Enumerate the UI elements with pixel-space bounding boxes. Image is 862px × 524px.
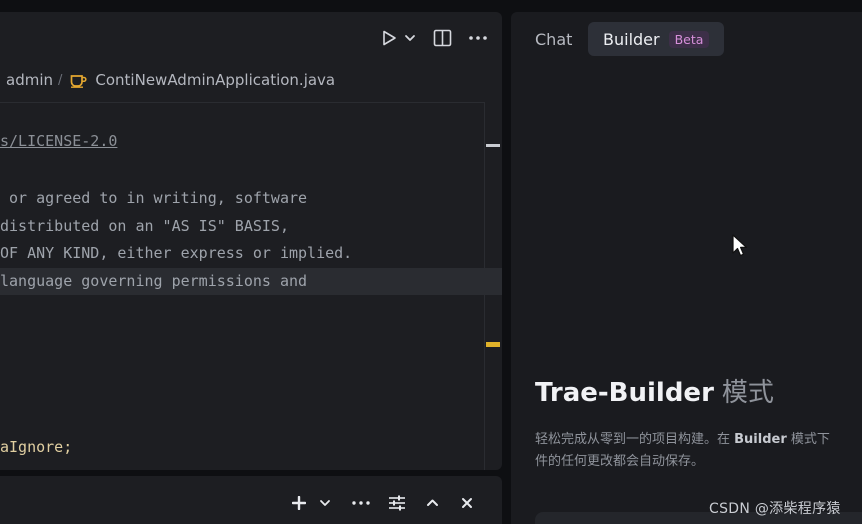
chevron-down-icon bbox=[320, 500, 330, 506]
more-horizontal-icon bbox=[469, 36, 487, 40]
tab-builder-label: Builder bbox=[603, 29, 660, 49]
breadcrumb: admin / ContiNewAdminApplication.java bbox=[0, 68, 335, 92]
breadcrumb-separator: / bbox=[58, 72, 63, 88]
maximize-panel-button[interactable] bbox=[422, 492, 442, 514]
builder-headline: Trae-Builder 模式 bbox=[535, 372, 774, 409]
java-coffee-icon bbox=[70, 73, 87, 88]
code-line-current: language governing permissions and bbox=[0, 268, 502, 295]
breadcrumb-file[interactable]: ContiNewAdminApplication.java bbox=[95, 71, 335, 89]
more-horizontal-icon bbox=[352, 501, 370, 505]
run-button[interactable] bbox=[378, 26, 400, 50]
description-text: 模式下 bbox=[786, 432, 830, 447]
beta-badge: Beta bbox=[668, 30, 710, 48]
terminal-options-button[interactable] bbox=[317, 492, 333, 514]
code-text: s/LICENSE-2.0 bbox=[0, 132, 118, 150]
terminal-toolbar bbox=[0, 476, 502, 524]
description-text: 轻松完成从零到一的项目构建。在 bbox=[535, 432, 735, 447]
code-line: aIgnore; bbox=[0, 438, 73, 456]
terminal-settings-button[interactable] bbox=[386, 492, 408, 514]
watermark: CSDN @添柴程序猿 bbox=[709, 501, 841, 517]
headline-name: Trae-Builder bbox=[535, 378, 714, 408]
terminal-more-button[interactable] bbox=[350, 492, 372, 514]
sliders-icon bbox=[389, 495, 405, 511]
chevron-down-icon bbox=[405, 35, 415, 41]
play-icon bbox=[383, 30, 396, 46]
code-line: or agreed to in writing, software bbox=[0, 189, 308, 207]
scroll-marker-current bbox=[486, 144, 500, 147]
code-line: distributed on an "AS IS" BASIS, bbox=[0, 217, 289, 235]
split-editor-button[interactable] bbox=[431, 26, 453, 50]
description-line-2: 件的任何更改都会自动保存。 bbox=[535, 454, 705, 469]
breadcrumb-item-admin[interactable]: admin bbox=[6, 71, 53, 89]
chevron-up-icon bbox=[426, 499, 438, 506]
close-panel-button[interactable] bbox=[457, 492, 477, 514]
tab-chat-label: Chat bbox=[535, 29, 573, 49]
assistant-panel: Chat Builder Beta Trae-Builder 模式 轻松完成从零到… bbox=[511, 12, 862, 524]
code-editor[interactable]: s/LICENSE-2.0 or agreed to in writing, s… bbox=[0, 102, 502, 470]
split-editor-icon bbox=[433, 29, 451, 47]
code-line: s/LICENSE-2.0 bbox=[0, 131, 484, 151]
editor-panel: admin / ContiNewAdminApplication.java s/… bbox=[0, 12, 502, 470]
headline-mode: 模式 bbox=[721, 378, 774, 408]
tab-builder[interactable]: Builder Beta bbox=[588, 22, 725, 56]
plus-icon bbox=[292, 496, 306, 510]
close-icon bbox=[462, 498, 472, 508]
description-line-1: 轻松完成从零到一的项目构建。在 Builder 模式下 bbox=[535, 429, 862, 451]
builder-description: 轻松完成从零到一的项目构建。在 Builder 模式下 件的任何更改都会自动保存… bbox=[535, 429, 862, 473]
editor-more-button[interactable] bbox=[467, 26, 489, 50]
mouse-cursor-icon bbox=[731, 234, 749, 262]
editor-toolbar bbox=[0, 12, 502, 64]
tab-chat[interactable]: Chat bbox=[523, 22, 584, 56]
new-terminal-button[interactable] bbox=[290, 492, 308, 514]
code-line: OF ANY KIND, either express or implied. bbox=[0, 244, 353, 262]
description-bold: Builder bbox=[734, 432, 787, 447]
scroll-marker-warning bbox=[486, 342, 500, 347]
run-options-button[interactable] bbox=[402, 26, 418, 50]
editor-scrollbar[interactable] bbox=[484, 102, 502, 470]
